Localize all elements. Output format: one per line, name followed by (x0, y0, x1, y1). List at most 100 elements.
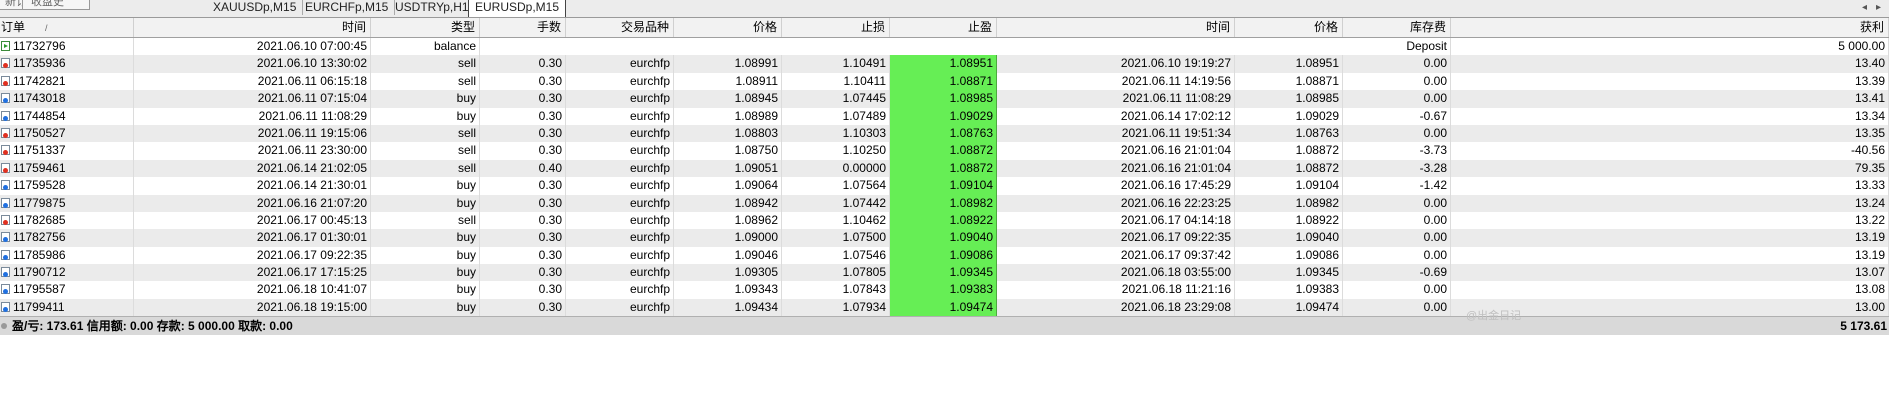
cell-open-time: 2021.06.11 23:30:00 (134, 142, 371, 160)
cell-profit: 13.33 (1451, 177, 1889, 195)
column-header-close-time[interactable]: 时间 (997, 18, 1235, 37)
cell-order: 11743018 (0, 90, 134, 108)
cell-open-time: 2021.06.14 21:02:05 (134, 159, 371, 178)
tab-chart-usdtryp[interactable]: USDTRYp,H1 (389, 0, 476, 15)
cell-order: 11751337 (0, 142, 134, 160)
cell-symbol: eurchfp (566, 281, 674, 299)
table-row[interactable]: 11790712 2021.06.17 17:15:25 buy 0.30 eurchf… (0, 264, 1889, 282)
cell-close-price: 1.09040 (1235, 229, 1343, 247)
cell-profit: 13.41 (1451, 90, 1889, 108)
table-row[interactable]: 11799411 2021.06.18 19:15:00 buy 0.30 eurchf… (0, 298, 1889, 317)
cell-open-time: 2021.06.17 09:22:35 (134, 246, 371, 265)
cell-close-price: 1.08872 (1235, 142, 1343, 160)
table-row[interactable]: 11759528 2021.06.14 21:30:01 buy 0.30 eurchf… (0, 177, 1889, 195)
column-header-close-price[interactable]: 价格 (1235, 18, 1343, 37)
cell-stop-loss: 1.07442 (782, 194, 890, 212)
cell-lots: 0.30 (480, 211, 566, 230)
cell-take-profit: 1.08763 (890, 124, 997, 143)
cell-price: 1.08942 (674, 194, 782, 212)
cell-price: 1.08962 (674, 211, 782, 230)
cell-swap: 0.00 (1343, 211, 1451, 230)
cell-lots: 0.30 (480, 281, 566, 299)
cell-take-profit: 1.08982 (890, 194, 997, 212)
cell-open-time: 2021.06.16 21:07:20 (134, 194, 371, 212)
cell-swap: -3.28 (1343, 159, 1451, 178)
cell-swap: 0.00 (1343, 246, 1451, 265)
cell-type: buy (371, 177, 480, 195)
scroll-left-icon[interactable]: ◂ (1862, 0, 1867, 15)
sell-order-icon (1, 127, 10, 138)
tab-history[interactable]: 收盘史 (22, 0, 90, 10)
cell-open-time: 2021.06.10 13:30:02 (134, 55, 371, 73)
cell-stop-loss: 1.10491 (782, 55, 890, 73)
column-header-profit[interactable]: 获利 (1451, 18, 1889, 37)
cell-price: 1.08911 (674, 72, 782, 91)
column-header-price[interactable]: 价格 (674, 18, 782, 37)
cell-price: 1.08989 (674, 107, 782, 125)
cell-close-price: 1.08872 (1235, 159, 1343, 178)
tab-chart-eurchfp[interactable]: EURCHFp,M15 (299, 0, 396, 15)
sell-order-icon (1, 145, 10, 156)
cell-close-time: 2021.06.16 17:45:29 (997, 177, 1235, 195)
cell-swap: 0.00 (1343, 281, 1451, 299)
tab-chart-eurusdp[interactable]: EURUSDp,M15 (468, 0, 567, 17)
column-header-open-time[interactable]: 时间 (134, 18, 371, 37)
cell-take-profit: 1.09345 (890, 264, 997, 282)
cell-price: 1.08750 (674, 142, 782, 160)
cell-lots: 0.30 (480, 246, 566, 265)
table-row[interactable]: 11779875 2021.06.16 21:07:20 buy 0.30 eurchf… (0, 194, 1889, 212)
cell-close-price: 1.08922 (1235, 211, 1343, 230)
cell-order: 11744854 (0, 107, 134, 125)
table-row[interactable]: 11744854 2021.06.11 11:08:29 buy 0.30 eurchf… (0, 107, 1889, 125)
cell-open-time: 2021.06.11 11:08:29 (134, 107, 371, 125)
cell-symbol: eurchfp (566, 177, 674, 195)
cell-close-time: 2021.06.16 21:01:04 (997, 142, 1235, 160)
cell-close-time: 2021.06.18 03:55:00 (997, 264, 1235, 282)
cell-open-time: 2021.06.17 01:30:01 (134, 229, 371, 247)
column-header-lots[interactable]: 手数 (480, 18, 566, 37)
buy-order-icon (1, 267, 10, 278)
table-row[interactable]: 11795587 2021.06.18 10:41:07 buy 0.30 eurchf… (0, 281, 1889, 299)
cell-order: 11750527 (0, 124, 134, 143)
cell-lots: 0.30 (480, 194, 566, 212)
cell-swap: Deposit (1343, 38, 1451, 56)
column-header-symbol[interactable]: 交易品种 (566, 18, 674, 37)
buy-order-icon (1, 284, 10, 295)
cell-stop-loss: 1.07843 (782, 281, 890, 299)
cell-close-time: 2021.06.10 19:19:27 (997, 55, 1235, 73)
cell-open-time: 2021.06.18 19:15:00 (134, 298, 371, 317)
tab-chart-xauusdp[interactable]: XAUUSDp,M15 (207, 0, 304, 15)
cell-close-time: 2021.06.11 14:19:56 (997, 72, 1235, 91)
column-header-order[interactable]: 订单 / (0, 18, 134, 37)
column-header-swap[interactable]: 库存费 (1343, 18, 1451, 37)
account-summary-bar: 盈/亏: 173.61 信用额: 0.00 存款: 5 000.00 取款: 0… (0, 316, 1889, 335)
table-row[interactable]: 11782685 2021.06.17 00:45:13 sell 0.30 eurch… (0, 211, 1889, 230)
order-number: 11785986 (13, 247, 66, 262)
order-number: 11750527 (13, 125, 66, 140)
cell-take-profit: 1.08871 (890, 72, 997, 91)
order-number: 11779875 (13, 195, 66, 210)
table-row[interactable]: 11742821 2021.06.11 06:15:18 sell 0.30 eurch… (0, 72, 1889, 91)
order-number: 11742821 (13, 73, 66, 88)
table-row[interactable]: 11759461 2021.06.14 21:02:05 sell 0.40 eurch… (0, 159, 1889, 178)
cell-swap: -0.67 (1343, 107, 1451, 125)
column-header-stop-loss[interactable]: 止损 (782, 18, 890, 37)
column-header-type[interactable]: 类型 (371, 18, 480, 37)
table-row[interactable]: 11732796 2021.06.10 07:00:45 balance Deposi… (0, 38, 1889, 56)
deposit-icon (1, 41, 10, 51)
cell-symbol: eurchfp (566, 55, 674, 73)
cell-profit: 13.24 (1451, 194, 1889, 212)
table-row[interactable]: 11743018 2021.06.11 07:15:04 buy 0.30 eurchf… (0, 90, 1889, 108)
cell-type: sell (371, 55, 480, 73)
cell-order: 11785986 (0, 246, 134, 265)
cell-close-time: 2021.06.17 09:22:35 (997, 229, 1235, 247)
table-row[interactable]: 11750527 2021.06.11 19:15:06 sell 0.30 eurch… (0, 124, 1889, 143)
table-row[interactable]: 11785986 2021.06.17 09:22:35 buy 0.30 eurchf… (0, 246, 1889, 265)
table-row[interactable]: 11782756 2021.06.17 01:30:01 buy 0.30 eurchf… (0, 229, 1889, 247)
column-header-take-profit[interactable]: 止盈 (890, 18, 997, 37)
scroll-right-icon[interactable]: ▸ (1876, 0, 1881, 15)
cell-order: 11782685 (0, 211, 134, 230)
table-row[interactable]: 11751337 2021.06.11 23:30:00 sell 0.30 eurch… (0, 142, 1889, 160)
cell-type: sell (371, 124, 480, 143)
table-row[interactable]: 11735936 2021.06.10 13:30:02 sell 0.30 eurch… (0, 55, 1889, 73)
